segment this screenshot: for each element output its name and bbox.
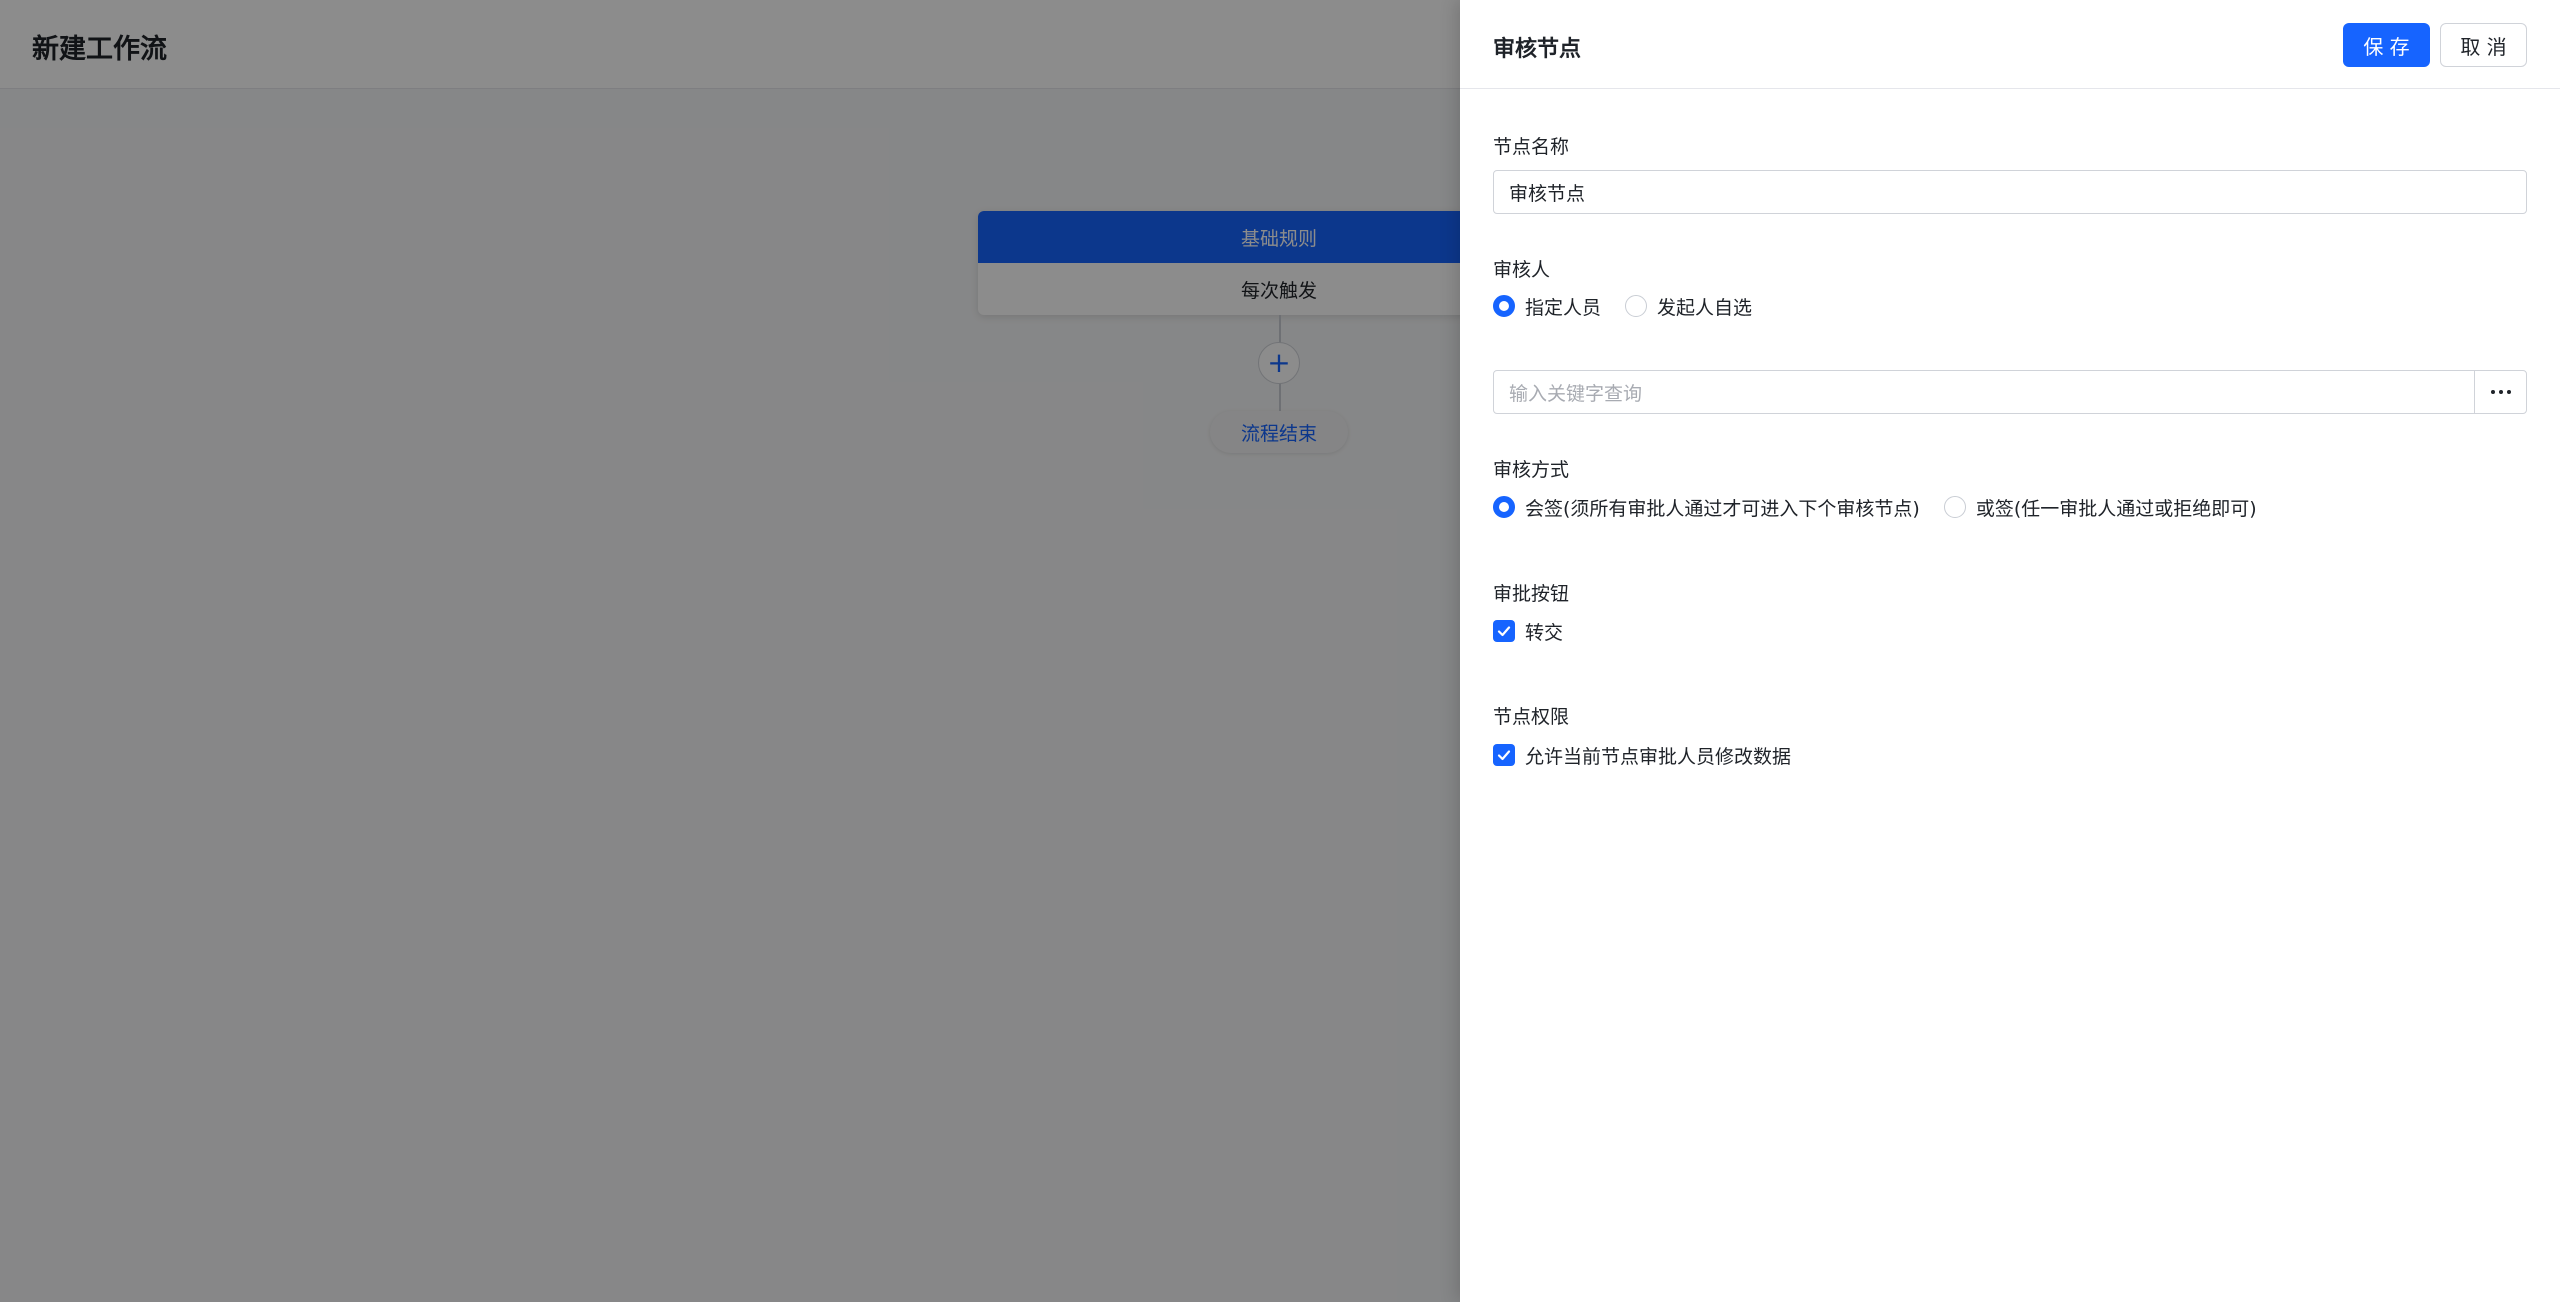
save-button[interactable]: 保 存 [2343, 23, 2430, 67]
node-name-input[interactable]: 审核节点 [1493, 170, 2527, 214]
approve-buttons-group: 转交 [1493, 617, 1587, 645]
radio-or-sign[interactable]: 或签(任一审批人通过或拒绝即可) [1943, 494, 2257, 521]
radio-assigned-person[interactable]: 指定人员 [1493, 293, 1601, 320]
radio-initiator-select[interactable]: 发起人自选 [1625, 293, 1752, 320]
more-icon[interactable] [2474, 370, 2527, 414]
radio-label: 指定人员 [1525, 296, 1602, 319]
radio-countersign[interactable]: 会签(须所有审批人通过才可进入下个审核节点) [1493, 494, 1920, 521]
node-name-label: 节点名称 [1493, 136, 1570, 158]
checkbox-checked-icon [1493, 620, 1515, 642]
dot [2490, 390, 2495, 394]
radio-icon [1625, 295, 1648, 317]
review-mode-radio-group: 会签(须所有审批人通过才可进入下个审核节点) 或签(任一审批人通过或拒绝即可) [1493, 493, 2281, 521]
reviewer-search-input[interactable]: 输入关键字查询 [1493, 370, 2475, 414]
radio-label: 会签(须所有审批人通过才可进入下个审核节点) [1525, 497, 1920, 520]
reviewer-search: 输入关键字查询 [1493, 370, 2527, 414]
radio-icon [1493, 496, 1515, 518]
radio-label: 或签(任一审批人通过或拒绝即可) [1975, 497, 2257, 520]
radio-icon [1943, 496, 1966, 518]
checkbox-label: 允许当前节点审批人员修改数据 [1525, 745, 1792, 768]
radio-icon [1493, 295, 1515, 317]
drawer-title: 审核节点 [1493, 37, 1582, 62]
checkbox-checked-icon [1493, 744, 1515, 766]
radio-label: 发起人自选 [1657, 296, 1753, 319]
dot [2506, 390, 2511, 394]
approve-buttons-label: 审批按钮 [1493, 583, 1570, 605]
reviewer-radio-group: 指定人员 发起人自选 [1493, 292, 1776, 320]
drawer-header: 审核节点 保 存 取 消 [1460, 0, 2560, 89]
checkbox-transfer[interactable]: 转交 [1493, 618, 1563, 645]
checkbox-label: 转交 [1525, 621, 1564, 644]
reviewer-label: 审核人 [1493, 259, 1551, 281]
node-permission-group: 允许当前节点审批人员修改数据 [1493, 741, 1815, 769]
cancel-button[interactable]: 取 消 [2440, 23, 2527, 67]
dot [2498, 390, 2503, 394]
review-mode-label: 审核方式 [1493, 459, 1570, 481]
review-node-drawer: 审核节点 保 存 取 消 节点名称 审核节点 审核人 指定人员 发起人自选 输入… [1460, 0, 2560, 1302]
node-permission-label: 节点权限 [1493, 706, 1570, 728]
checkbox-allow-edit[interactable]: 允许当前节点审批人员修改数据 [1493, 742, 1791, 769]
